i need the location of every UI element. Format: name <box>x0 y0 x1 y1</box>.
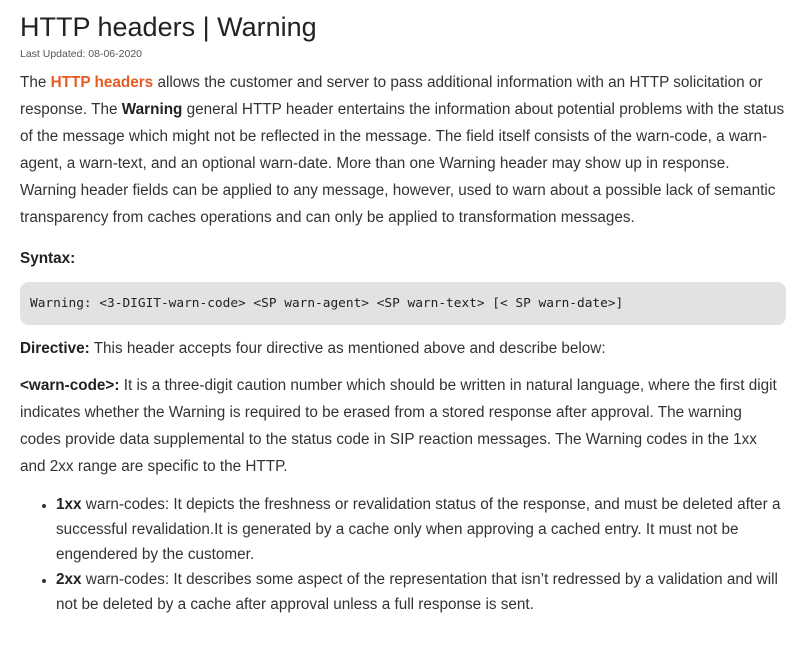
http-headers-link[interactable]: HTTP headers <box>51 74 154 91</box>
intro-suffix: general HTTP header entertains the infor… <box>20 101 785 226</box>
list-item-text: warn-codes: It describes some aspect of … <box>56 571 778 613</box>
last-updated-date: Last Updated: 08-06-2020 <box>20 48 143 60</box>
list-item: 2xx warn-codes: It describes some aspect… <box>56 567 786 617</box>
warn-code-label: <warn-code>: <box>20 377 120 394</box>
syntax-heading: Syntax: <box>20 245 786 272</box>
directive-text: This header accepts four directive as me… <box>89 340 606 357</box>
warning-term: Warning <box>121 101 183 118</box>
warn-code-text: It is a three-digit caution number which… <box>20 377 777 475</box>
directive-label: Directive: <box>20 340 90 357</box>
page-title: HTTP headers | Warning <box>20 12 317 42</box>
syntax-label: Syntax: <box>20 250 76 267</box>
list-item-text: warn-codes: It depicts the freshness or … <box>56 496 781 563</box>
article: HTTP headers | Warning Last Updated: 08-… <box>0 0 806 617</box>
warn-code-paragraph: <warn-code>: It is a three-digit caution… <box>20 372 786 480</box>
list-item-code: 1xx <box>56 496 82 513</box>
intro-prefix: The <box>20 74 51 91</box>
syntax-code-block: Warning: <3-DIGIT-warn-code> <SP warn-ag… <box>20 282 786 325</box>
list-item-code: 2xx <box>56 571 82 588</box>
directive-paragraph: Directive: This header accepts four dire… <box>20 335 786 362</box>
intro-paragraph: The HTTP headers allows the customer and… <box>20 69 786 231</box>
warn-code-list: 1xx warn-codes: It depicts the freshness… <box>20 492 786 617</box>
list-item: 1xx warn-codes: It depicts the freshness… <box>56 492 786 567</box>
